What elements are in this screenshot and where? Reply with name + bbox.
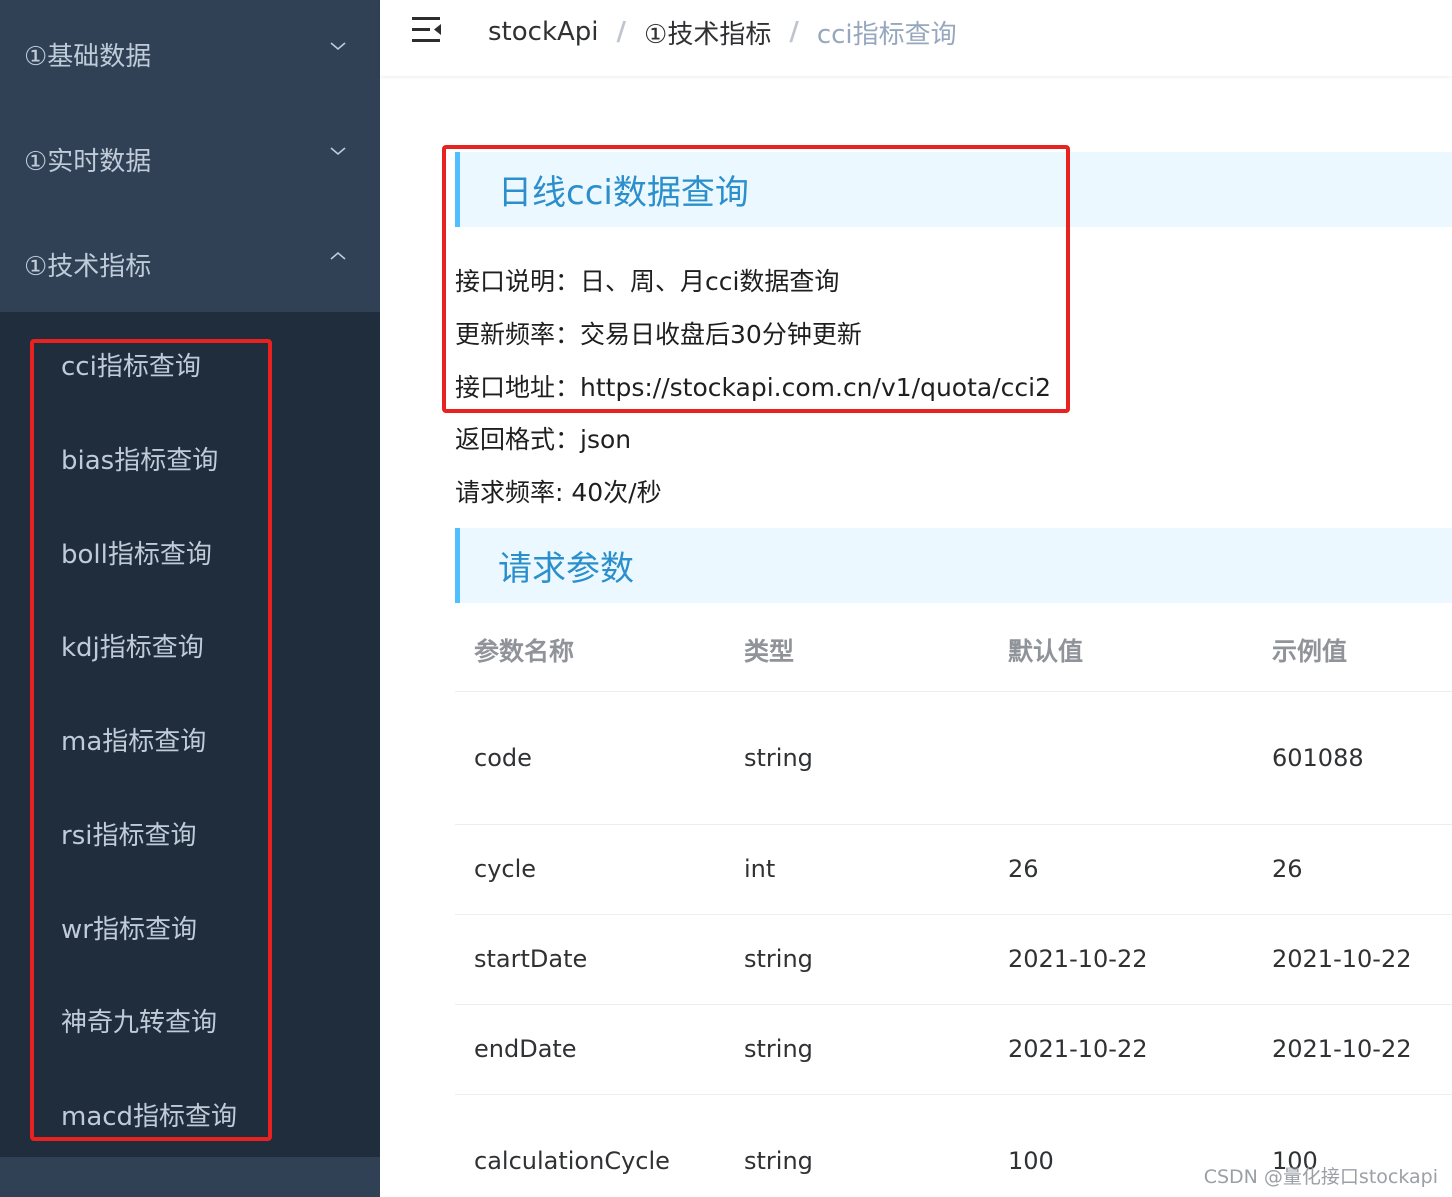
- sidebar-group-label: ①技术指标: [24, 252, 152, 282]
- sidebar-group-technical-indicators[interactable]: ①技术指标: [0, 212, 380, 317]
- page-title: 日线cci数据查询: [455, 152, 1452, 227]
- table-cell-default: 2021-10-22: [1008, 945, 1148, 973]
- menu-fold-icon[interactable]: [410, 14, 444, 46]
- info-endpoint-url: 接口地址：https://stockapi.com.cn/v1/quota/cc…: [455, 373, 1051, 402]
- table-cell-default: 100: [1008, 1147, 1054, 1175]
- table-cell-type: string: [744, 744, 813, 772]
- chevron-up-icon: [330, 251, 346, 260]
- breadcrumb-separator: /: [789, 17, 799, 47]
- breadcrumb-separator: /: [616, 17, 627, 47]
- table-row: startDate string 2021-10-22 2021-10-22: [455, 915, 1452, 1005]
- table-row: code string 601088: [455, 692, 1452, 825]
- column-header-example: 示例值: [1272, 637, 1348, 666]
- table-cell-example: 26: [1272, 855, 1303, 883]
- navbar: stockApi / ①技术指标 / cci指标查询: [380, 0, 1452, 76]
- table-cell-type: string: [744, 1147, 813, 1175]
- table-cell-example: 601088: [1272, 744, 1364, 772]
- sidebar-item-macd[interactable]: macd指标查询: [61, 1084, 237, 1144]
- breadcrumb-item-category[interactable]: ①技术指标: [644, 14, 771, 51]
- table-cell-type: string: [744, 945, 813, 973]
- sidebar-item-label: wr指标查询: [61, 914, 197, 945]
- sidebar-group-label: ①基础数据: [24, 42, 152, 72]
- sidebar-item-label: rsi指标查询: [61, 820, 197, 851]
- sidebar-item-label: ma指标查询: [61, 726, 207, 757]
- sidebar-item-label: 神奇九转查询: [61, 1007, 218, 1038]
- sidebar-item-wr[interactable]: wr指标查询: [61, 897, 197, 957]
- table-row: endDate string 2021-10-22 2021-10-22: [455, 1005, 1452, 1095]
- sidebar: ①基础数据 ①实时数据 ①技术指标 cci指标查询 bias指标查询 boll指…: [0, 0, 380, 1197]
- sidebar-item-label: cci指标查询: [61, 351, 201, 382]
- sidebar-item-ma[interactable]: ma指标查询: [61, 709, 206, 769]
- table-cell-type: int: [744, 855, 776, 883]
- sidebar-item-rsi[interactable]: rsi指标查询: [61, 803, 196, 863]
- table-cell-default: 2021-10-22: [1008, 1035, 1148, 1063]
- table-cell-name: calculationCycle: [474, 1147, 670, 1175]
- breadcrumb: stockApi / ①技术指标 / cci指标查询: [488, 12, 957, 52]
- sidebar-item-bias[interactable]: bias指标查询: [61, 428, 218, 488]
- table-cell-type: string: [744, 1035, 813, 1063]
- sidebar-item-boll[interactable]: boll指标查询: [61, 522, 212, 582]
- watermark: CSDN @量化接口stockapi: [1203, 1166, 1438, 1188]
- breadcrumb-item-home[interactable]: stockApi: [488, 17, 599, 47]
- sidebar-item-label: macd指标查询: [61, 1101, 238, 1132]
- sidebar-item-cci[interactable]: cci指标查询: [61, 334, 201, 394]
- sidebar-group-basic-data[interactable]: ①基础数据: [0, 2, 380, 107]
- column-header-name: 参数名称: [474, 637, 575, 666]
- breadcrumb-item-current: cci指标查询: [816, 19, 957, 50]
- sidebar-item-label: kdj指标查询: [61, 632, 204, 663]
- submenu-technical-indicators: cci指标查询 bias指标查询 boll指标查询 kdj指标查询 ma指标查询…: [0, 312, 380, 1157]
- sidebar-group-label: ①实时数据: [24, 147, 152, 177]
- section-title-params: 请求参数: [455, 528, 1452, 603]
- table-cell-example: 2021-10-22: [1272, 1035, 1412, 1063]
- sidebar-item-kdj[interactable]: kdj指标查询: [61, 615, 204, 675]
- table-cell-name: cycle: [474, 855, 537, 883]
- table-row: cycle int 26 26: [455, 825, 1452, 915]
- column-header-type: 类型: [744, 637, 795, 666]
- table-cell-name: code: [474, 744, 532, 772]
- table-cell-name: endDate: [474, 1035, 577, 1063]
- chevron-down-icon: [330, 42, 346, 51]
- info-update-frequency: 更新频率：交易日收盘后30分钟更新: [455, 320, 862, 349]
- info-response-format: 返回格式：json: [455, 425, 632, 454]
- column-header-default: 默认值: [1008, 637, 1084, 666]
- section-title-text: 请求参数: [498, 549, 634, 589]
- sidebar-item-label: bias指标查询: [61, 445, 219, 476]
- sidebar-group-realtime-data[interactable]: ①实时数据: [0, 107, 380, 212]
- sidebar-item-label: boll指标查询: [61, 539, 212, 570]
- page-title-text: 日线cci数据查询: [498, 173, 749, 213]
- sidebar-item-td-sequential[interactable]: 神奇九转查询: [61, 990, 217, 1050]
- info-description: 接口说明：日、周、月cci数据查询: [455, 267, 840, 296]
- params-table-header: 参数名称 类型 默认值 示例值: [455, 604, 1452, 692]
- table-cell-example: 2021-10-22: [1272, 945, 1412, 973]
- sidebar-footer-area: [0, 1157, 380, 1197]
- table-cell-name: startDate: [474, 945, 588, 973]
- table-cell-default: 26: [1008, 855, 1039, 883]
- chevron-down-icon: [330, 147, 346, 156]
- info-rate-limit: 请求频率: 40次/秒: [455, 478, 662, 507]
